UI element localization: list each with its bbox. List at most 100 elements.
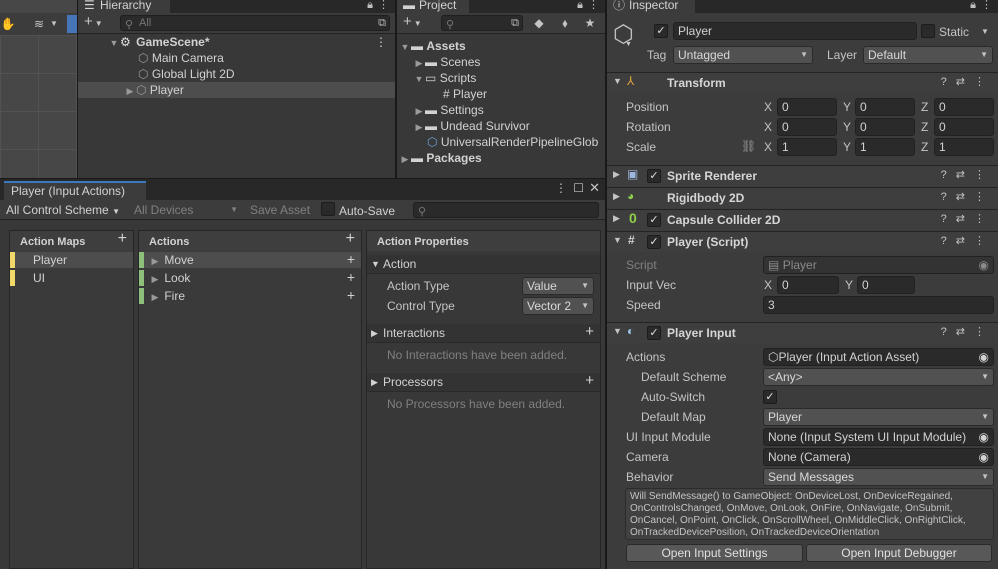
component-header-icons[interactable]: ?⇄⋮ <box>941 190 994 203</box>
project-folder[interactable]: ▶ ▬ Settings <box>397 102 605 118</box>
actions-asset-field[interactable]: ⬡Player (Input Action Asset) ◉ <box>763 348 994 366</box>
expand-triangle-icon[interactable]: ▼ <box>108 35 120 51</box>
object-picker-icon[interactable]: ◉ <box>979 429 989 445</box>
scene-view[interactable]: ✋ ≋ ▼ <box>0 0 77 178</box>
project-folder-assets[interactable]: ▼ ▬ Assets <box>397 38 605 54</box>
static-checkbox[interactable] <box>921 24 935 38</box>
action-map-item-selected[interactable]: Player <box>10 252 133 268</box>
scene-row[interactable]: ▼ ⚙ GameScene* ⋮ <box>78 34 395 50</box>
sprite-renderer-header[interactable]: ▶ ▣ ✓ Sprite Renderer ?⇄⋮ <box>607 165 998 186</box>
help-icon[interactable]: ? <box>941 169 956 181</box>
transform-header[interactable]: ▼ ⅄ Transform ?⇄⋮ <box>607 72 998 93</box>
action-item-selected[interactable]: ▶ Move + <box>139 251 361 268</box>
control-type-dropdown[interactable]: Vector 2 ▼ <box>522 297 594 315</box>
control-scheme-dropdown[interactable]: All Control Scheme ▼ <box>6 202 130 218</box>
object-picker-icon[interactable]: ◉ <box>979 449 989 465</box>
processors-section-header[interactable]: ▶ Processors + <box>367 372 600 392</box>
devices-dropdown[interactable]: All Devices ▼ <box>134 202 240 218</box>
expand-triangle-icon[interactable]: ▶ <box>399 151 411 167</box>
action-map-item[interactable]: UI <box>10 270 133 286</box>
maximize-icon[interactable]: ☐ <box>573 181 584 195</box>
position-z-field[interactable]: 0 <box>934 98 994 116</box>
add-binding-icon[interactable]: + <box>347 287 355 303</box>
help-icon[interactable]: ? <box>941 76 956 88</box>
help-icon[interactable]: ? <box>941 326 956 338</box>
lock-icon[interactable]: 🔒︎ <box>970 0 976 12</box>
context-menu-icon[interactable]: ⋮ <box>974 326 994 338</box>
default-scheme-dropdown[interactable]: <Any> ▼ <box>763 368 994 386</box>
input-vec-y-field[interactable]: 0 <box>857 276 915 294</box>
project-search-input[interactable]: ⚲ ⧉ <box>441 15 523 31</box>
action-section-header[interactable]: ▼ Action <box>367 255 600 274</box>
help-icon[interactable]: ? <box>941 191 956 203</box>
player-script-header[interactable]: ▼ # ✓ Player (Script) ?⇄⋮ <box>607 231 998 252</box>
sprite-renderer-enabled-checkbox[interactable]: ✓ <box>647 169 661 183</box>
camera-field[interactable]: None (Camera) ◉ <box>763 448 994 466</box>
add-map-button[interactable]: + <box>118 228 127 250</box>
expand-triangle-icon[interactable]: ▶ <box>413 103 425 119</box>
constrain-proportions-icon[interactable]: ⛓ <box>741 139 756 153</box>
scene-mode-button[interactable] <box>67 15 77 33</box>
tab-hierarchy[interactable]: ☰ Hierarchy <box>78 0 170 13</box>
input-vec-x-field[interactable]: 0 <box>777 276 839 294</box>
search-filter-icon[interactable]: ⧉ <box>378 16 386 30</box>
player-input-enabled-checkbox[interactable]: ✓ <box>647 326 661 340</box>
project-folder[interactable]: ▼ ▭ Scripts <box>397 70 605 86</box>
foldout-closed-icon[interactable]: ▶ <box>613 191 620 202</box>
player-script-enabled-checkbox[interactable]: ✓ <box>647 235 661 249</box>
save-asset-button[interactable]: Save Asset <box>250 202 310 218</box>
foldout-closed-icon[interactable]: ▶ <box>613 213 620 224</box>
context-menu-icon[interactable]: ⋮ <box>974 235 994 247</box>
add-binding-icon[interactable]: + <box>347 269 355 285</box>
open-input-settings-button[interactable]: Open Input Settings <box>626 544 803 562</box>
expand-triangle-icon[interactable]: ▼ <box>413 71 425 87</box>
context-menu-icon[interactable]: ⋮ <box>974 213 994 225</box>
add-interaction-icon[interactable]: + <box>585 323 594 341</box>
create-asset-button[interactable]: + ▼ <box>403 14 422 32</box>
action-type-dropdown[interactable]: Value ▼ <box>522 277 594 295</box>
rigidbody-header[interactable]: ▶ ◕ Rigidbody 2D ?⇄⋮ <box>607 187 998 208</box>
presets-icon[interactable]: ⇄ <box>956 326 974 338</box>
component-header-icons[interactable]: ?⇄⋮ <box>941 212 994 225</box>
component-header-icons[interactable]: ?⇄⋮ <box>941 75 994 88</box>
position-x-field[interactable]: 0 <box>777 98 837 116</box>
object-picker-icon[interactable]: ◉ <box>979 349 989 365</box>
context-menu-icon[interactable]: ⋮ <box>974 76 994 88</box>
component-header-icons[interactable]: ?⇄⋮ <box>941 168 994 181</box>
player-input-header[interactable]: ▼ ◐ ✓ Player Input ?⇄⋮ <box>607 322 998 343</box>
default-map-dropdown[interactable]: Player ▼ <box>763 408 994 426</box>
tab-project[interactable]: ▬ Project <box>397 0 469 13</box>
expand-triangle-icon[interactable]: ▶ <box>149 271 161 287</box>
capsule-enabled-checkbox[interactable]: ✓ <box>647 213 661 227</box>
auto-save-checkbox[interactable] <box>321 202 335 216</box>
tab-menu-icon[interactable]: ⋮ <box>378 0 389 12</box>
behavior-dropdown[interactable]: Send Messages ▼ <box>763 468 994 486</box>
hierarchy-item-selected[interactable]: ▶ ⬡ Player <box>78 82 395 98</box>
presets-icon[interactable]: ⇄ <box>956 191 974 203</box>
hierarchy-item[interactable]: ⬡ Main Camera <box>78 50 395 66</box>
close-icon[interactable]: ✕ <box>589 180 600 196</box>
rotation-z-field[interactable]: 0 <box>934 118 994 136</box>
presets-icon[interactable]: ⇄ <box>956 235 974 247</box>
static-dropdown-caret[interactable]: ▼ <box>981 27 989 36</box>
position-y-field[interactable]: 0 <box>855 98 915 116</box>
project-folder-packages[interactable]: ▶ ▬ Packages <box>397 150 605 166</box>
expand-triangle-icon[interactable]: ▼ <box>399 39 411 55</box>
layer-dropdown[interactable]: Default ▼ <box>863 46 993 64</box>
component-header-icons[interactable]: ?⇄⋮ <box>941 325 994 338</box>
open-input-debugger-button[interactable]: Open Input Debugger <box>806 544 992 562</box>
search-filter-icon[interactable]: ⧉ <box>511 16 519 30</box>
object-name-field[interactable]: Player <box>673 22 917 40</box>
hand-tool-icon[interactable]: ✋ <box>0 16 16 32</box>
hierarchy-search-input[interactable]: ⚲ All ⧉ <box>120 15 390 31</box>
scale-x-field[interactable]: 1 <box>777 138 837 156</box>
tab-menu-icon[interactable]: ⋮ <box>555 181 567 195</box>
auto-switch-checkbox[interactable]: ✓ <box>763 390 777 404</box>
add-binding-icon[interactable]: + <box>347 251 355 267</box>
capsule-collider-header[interactable]: ▶ 0 ✓ Capsule Collider 2D ?⇄⋮ <box>607 209 998 230</box>
project-script-item[interactable]: # Player <box>397 86 605 102</box>
speed-field[interactable]: 3 <box>763 296 994 314</box>
presets-icon[interactable]: ⇄ <box>956 76 974 88</box>
add-object-button[interactable]: + ▼ <box>84 14 103 32</box>
expand-triangle-icon[interactable]: ▶ <box>124 83 136 99</box>
